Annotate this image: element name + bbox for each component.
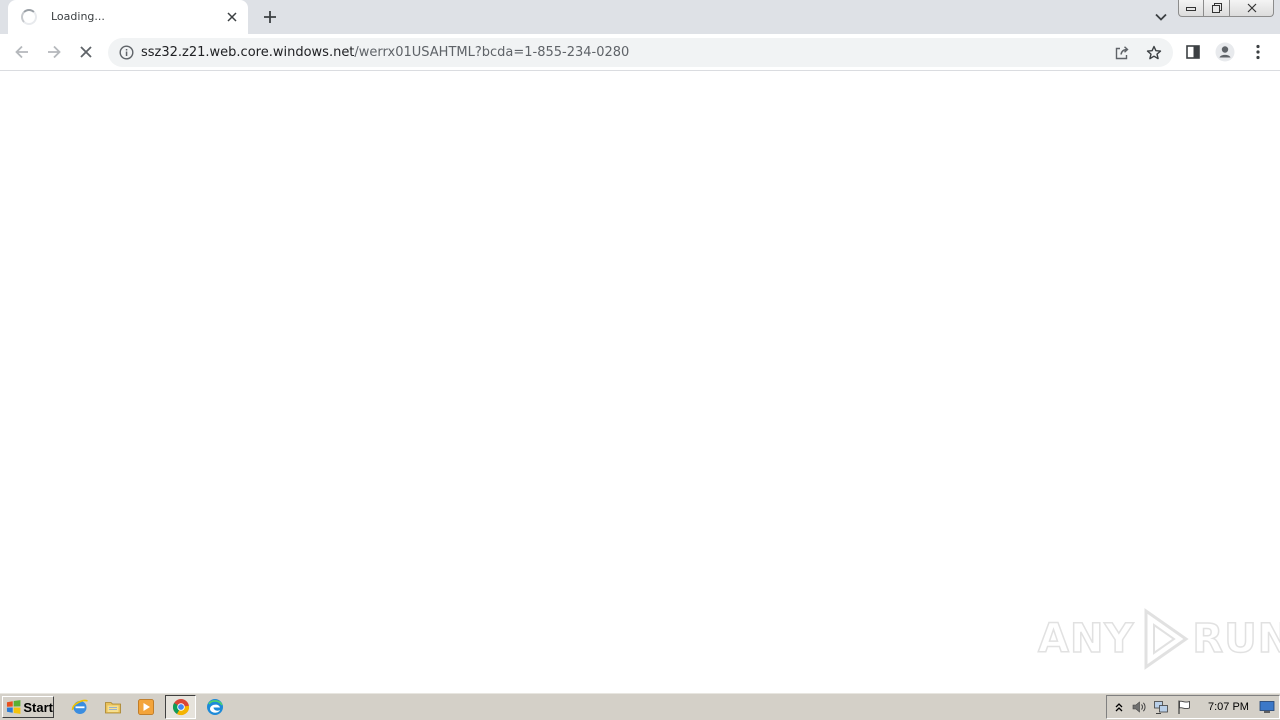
play-icon [1144,608,1190,670]
site-info-button[interactable] [118,44,135,61]
plus-icon [264,11,276,23]
minimize-icon [1186,7,1196,11]
tab-close-button[interactable] [224,9,240,25]
desktop-icon [1259,701,1275,713]
arrow-left-icon [15,45,28,59]
back-button[interactable] [9,39,35,65]
windows-logo-icon [6,700,21,714]
start-button[interactable]: Start [2,696,54,718]
close-icon [1247,3,1256,13]
address-url[interactable]: ssz32.z21.web.core.windows.net/werrx01US… [141,45,629,60]
edge-icon [207,699,223,715]
watermark-right-text: RUN [1192,615,1280,663]
speaker-icon [1132,701,1146,713]
system-tray: 7:07 PM [1106,695,1280,719]
page-viewport: ANY RUN [0,72,1280,692]
show-hidden-icons-button[interactable] [1111,699,1127,715]
side-panel-icon [1186,45,1200,59]
loading-spinner-icon [21,9,37,25]
tab-search-button[interactable] [1150,6,1172,28]
media-player-launcher[interactable] [137,698,155,716]
person-icon [1215,42,1235,62]
arrow-right-icon [48,45,61,59]
restore-button[interactable] [1204,0,1230,17]
address-bar[interactable]: ssz32.z21.web.core.windows.net/werrx01US… [108,38,1173,67]
profile-button[interactable] [1212,39,1238,65]
info-icon [119,45,134,60]
close-icon [80,46,92,58]
window-controls [1178,0,1274,17]
restore-icon [1211,3,1222,13]
window-close-button[interactable] [1230,0,1274,17]
watermark-left-text: ANY [1037,615,1135,663]
kebab-menu-icon [1256,44,1260,60]
start-label: Start [23,699,53,715]
chevron-down-icon [1155,13,1167,21]
network-icon [1154,701,1168,714]
tab-strip: Loading... [0,0,1280,34]
bookmark-button[interactable] [1143,42,1165,64]
internet-explorer-launcher[interactable] [71,698,89,716]
tab-title: Loading... [51,10,105,23]
media-player-icon [138,699,154,715]
chrome-icon [172,699,189,716]
anyrun-watermark: ANY RUN [1037,607,1280,671]
edge-launcher[interactable] [206,698,224,716]
minimize-button[interactable] [1178,0,1204,17]
folder-icon [105,702,121,714]
internet-explorer-icon [71,699,88,714]
share-button[interactable] [1111,42,1133,64]
close-icon [227,12,237,22]
star-icon [1146,45,1162,60]
chevron-up-icon [1115,703,1123,712]
volume-button[interactable] [1131,699,1147,715]
file-explorer-launcher[interactable] [104,698,122,716]
side-panel-button[interactable] [1180,39,1206,65]
forward-button[interactable] [41,39,67,65]
flag-icon [1178,700,1190,714]
system-clock[interactable]: 7:07 PM [1208,701,1249,713]
stop-loading-button[interactable] [73,39,99,65]
show-desktop-button[interactable] [1259,699,1275,715]
browser-toolbar: ssz32.z21.web.core.windows.net/werrx01US… [0,34,1280,71]
url-path: /werrx01USAHTML?bcda=1-855-234-0280 [354,45,630,60]
share-icon [1115,46,1129,60]
action-center-button[interactable] [1176,699,1192,715]
browser-tab-active[interactable]: Loading... [8,0,248,34]
browser-menu-button[interactable] [1245,39,1271,65]
chrome-taskbar-button[interactable] [165,695,196,719]
taskbar: Start 7:07 PM [0,692,1280,720]
url-host: ssz32.z21.web.core.windows.net [141,45,355,60]
new-tab-button[interactable] [258,5,282,29]
network-button[interactable] [1153,699,1169,715]
